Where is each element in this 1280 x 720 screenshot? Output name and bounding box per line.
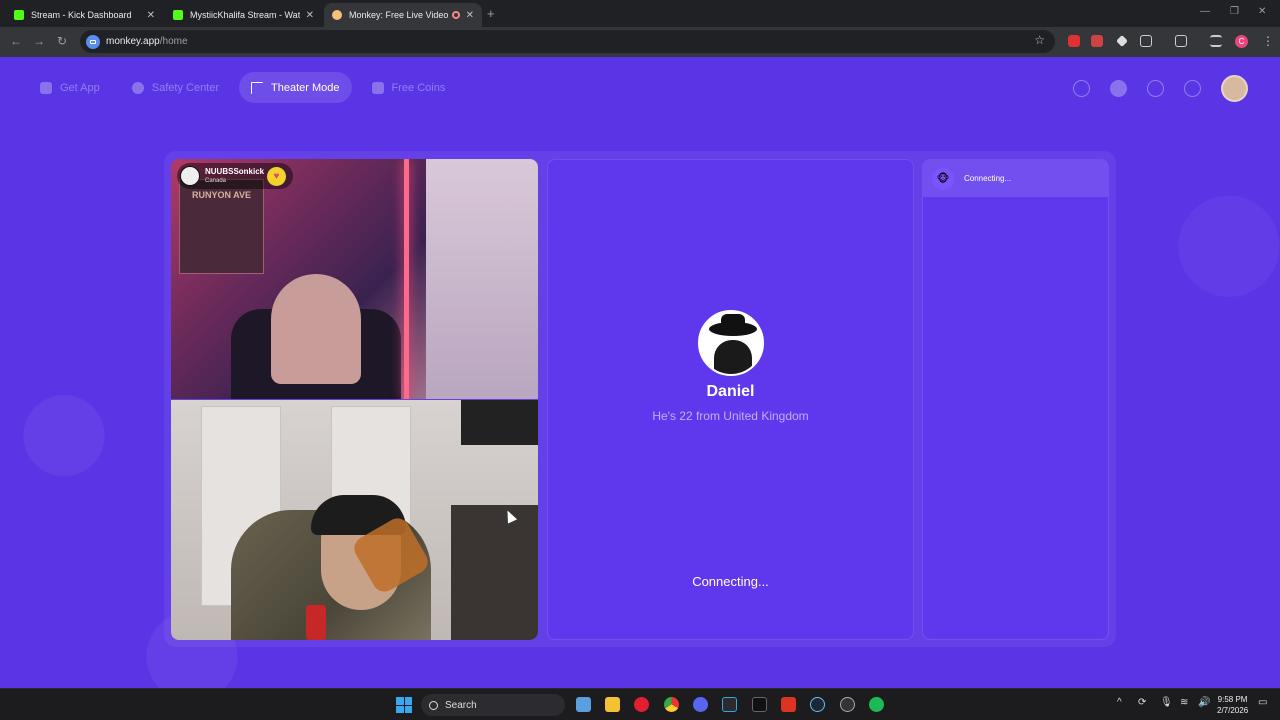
phone-icon	[40, 81, 52, 94]
tab-kick-stream[interactable]: MystiicKhalifa Stream - Watch L ✕	[165, 3, 322, 27]
chat-header: 🐵 Connecting...	[923, 160, 1108, 197]
chat-status: Connecting...	[964, 174, 1012, 183]
nav-get-app[interactable]: Get App	[28, 72, 112, 103]
remote-user-avatar	[180, 166, 200, 186]
tab-title: MystiicKhalifa Stream - Watch L	[190, 10, 300, 20]
local-video	[171, 400, 538, 640]
tv	[461, 400, 538, 445]
coins-icon	[371, 81, 384, 94]
opera-icon[interactable]	[634, 697, 649, 712]
new-tab-button[interactable]: +	[487, 6, 495, 21]
volume-icon[interactable]: 🔊	[1198, 697, 1210, 708]
monkey-icon: 🐵	[932, 167, 954, 190]
shield-icon	[131, 81, 144, 94]
doorway	[426, 159, 538, 399]
nav-theater-mode[interactable]: Theater Mode	[239, 72, 352, 103]
site-info-icon[interactable]	[86, 34, 100, 49]
led-light	[404, 159, 409, 399]
discord-icon[interactable]	[693, 697, 708, 712]
monkey-page: Get App Safety Center Theater Mode Free …	[0, 57, 1280, 688]
top-nav: Get App Safety Center Theater Mode Free …	[28, 72, 457, 103]
desk	[451, 505, 538, 640]
windows-taskbar: Search ^ ⟳ 🎙 ≋ 🔊 9:58 PM 2/7/2026 ▭	[0, 688, 1280, 720]
partner-panel: Daniel He's 22 from United Kingdom Conne…	[547, 159, 914, 640]
steam-icon[interactable]	[810, 697, 825, 712]
close-icon[interactable]: ✕	[147, 10, 155, 21]
search-icon	[429, 700, 438, 710]
kick-icon	[14, 10, 24, 20]
spotify-icon[interactable]	[869, 697, 884, 712]
extension-icon[interactable]	[1091, 35, 1103, 47]
remote-country: Canada	[205, 178, 227, 184]
recording-icon	[451, 11, 460, 19]
partner-info: He's 22 from United Kingdom	[652, 409, 809, 423]
tab-kick-dashboard[interactable]: Stream - Kick Dashboard ✕	[6, 3, 163, 27]
chat-panel: 🐵 Connecting...	[922, 159, 1109, 640]
extensions-puzzle-icon[interactable]	[1140, 35, 1152, 47]
roblox-icon[interactable]	[781, 697, 796, 712]
nav-free-coins[interactable]: Free Coins	[360, 72, 458, 103]
taskbar-clock[interactable]: 9:58 PM 2/7/2026	[1217, 694, 1248, 716]
windows-start-icon[interactable]	[396, 697, 412, 713]
minimize-icon[interactable]: —	[1200, 6, 1210, 17]
microphone-icon[interactable]: 🎙	[1160, 697, 1173, 708]
waves-app-icon[interactable]	[722, 697, 737, 712]
nav-safety-center[interactable]: Safety Center	[120, 72, 231, 103]
close-icon[interactable]: ✕	[306, 10, 314, 21]
browser-toolbar: ← → ↻ monkey.app/home ☆	[0, 27, 1280, 57]
reload-icon[interactable]: ↻	[57, 34, 67, 48]
maximize-icon[interactable]: ❐	[1230, 6, 1239, 17]
url-text: monkey.app/home	[106, 36, 188, 47]
tab-title: Stream - Kick Dashboard	[31, 10, 132, 20]
video-column: RUNYON AVE NUUBSSonkick Canada ♥	[171, 159, 538, 640]
notifications-icon[interactable]: ▭	[1258, 697, 1267, 708]
partner-name: Daniel	[706, 383, 755, 400]
tab-title: Monkey: Free Live Video Ch	[349, 10, 448, 20]
cast-icon[interactable]	[1175, 35, 1187, 47]
expand-icon	[251, 81, 264, 94]
close-window-icon[interactable]: ✕	[1258, 6, 1266, 17]
browser-tab-strip: Stream - Kick Dashboard ✕ MystiicKhalifa…	[0, 0, 1280, 27]
sync-icon[interactable]: ⟳	[1138, 697, 1146, 708]
forward-icon[interactable]: →	[33, 34, 45, 48]
header-actions	[1073, 75, 1248, 102]
remote-username: NUUBSSonkick	[205, 167, 265, 176]
coin-avatar-icon[interactable]	[1110, 80, 1127, 97]
monkey-icon	[332, 10, 342, 20]
heart-icon[interactable]: ♥	[267, 167, 286, 186]
remote-person	[271, 274, 361, 384]
tab-monkey[interactable]: Monkey: Free Live Video Ch ✕	[324, 3, 482, 27]
taskbar-search[interactable]: Search	[421, 694, 565, 716]
tray-overflow-icon[interactable]: ^	[1117, 697, 1122, 708]
extension-icon[interactable]	[1068, 35, 1080, 47]
menu-icon[interactable]: ⋮	[1262, 34, 1274, 48]
media-controls-icon[interactable]	[1210, 35, 1222, 47]
extension-icon[interactable]	[1116, 35, 1128, 47]
profile-icon[interactable]: C	[1235, 35, 1248, 48]
obs-icon[interactable]	[840, 697, 855, 712]
back-icon[interactable]: ←	[10, 34, 22, 48]
search-icon[interactable]	[1073, 80, 1090, 97]
connection-status: Connecting...	[692, 574, 769, 589]
partner-avatar[interactable]	[698, 310, 764, 376]
wifi-icon[interactable]: ≋	[1180, 697, 1188, 708]
wall-poster: RUNYON AVE	[179, 179, 264, 274]
theater-stage: RUNYON AVE NUUBSSonkick Canada ♥ Daniel …	[164, 151, 1116, 647]
chat-icon[interactable]	[1184, 80, 1201, 97]
profile-avatar[interactable]	[1221, 75, 1248, 102]
address-bar[interactable]: monkey.app/home ☆	[80, 30, 1055, 53]
kick-icon	[173, 10, 183, 20]
chrome-icon[interactable]	[664, 697, 679, 712]
epic-games-icon[interactable]	[752, 697, 767, 712]
bookmark-star-icon[interactable]: ☆	[1034, 33, 1045, 47]
close-icon[interactable]: ✕	[466, 10, 474, 21]
remote-video: RUNYON AVE NUUBSSonkick Canada ♥	[171, 159, 538, 399]
history-icon[interactable]	[1147, 80, 1164, 97]
soda-can	[306, 605, 326, 640]
photos-app-icon[interactable]	[576, 697, 591, 712]
file-explorer-icon[interactable]	[605, 697, 620, 712]
